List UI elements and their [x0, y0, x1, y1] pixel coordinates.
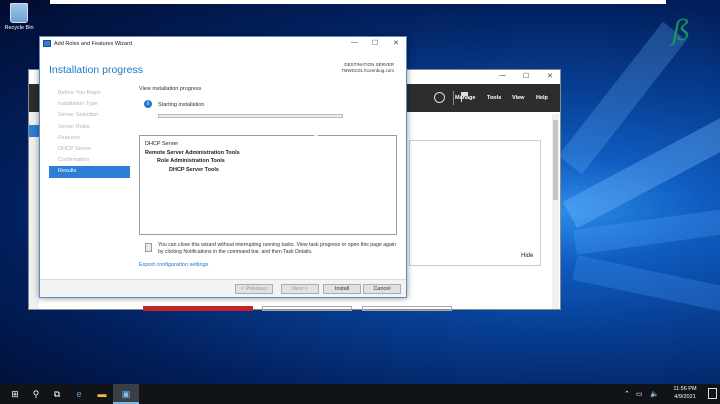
close-icon[interactable]: ✕ — [393, 39, 399, 47]
top-window-edge — [50, 0, 666, 4]
note-icon — [145, 243, 152, 252]
add-roles-wizard-window: Add Roles and Features Wizard — ☐ ✕ Inst… — [39, 36, 407, 298]
sidebar-selected-item[interactable] — [29, 125, 39, 137]
scrollbar-thumb[interactable] — [553, 120, 558, 200]
install-button[interactable]: Install — [323, 284, 361, 294]
result-item: DHCP Server Tools — [169, 166, 219, 173]
red-tile — [143, 306, 253, 311]
wizard-footer: < Previous Next > Install Cancel — [40, 279, 406, 297]
wizard-steps-nav: Before You Begin Installation Type Serve… — [49, 88, 130, 178]
page-title: Installation progress — [49, 64, 143, 76]
server-manager-app-icon — [43, 40, 51, 47]
recycle-bin-label: Recycle Bin — [4, 25, 34, 31]
tray-chevron-icon[interactable]: ⌃ — [624, 390, 630, 398]
status-text: Starting installation — [158, 102, 205, 108]
network-icon[interactable]: ▭ — [636, 390, 643, 398]
note-text: You can close this wizard without interr… — [158, 242, 396, 256]
file-explorer-icon[interactable]: ▬ — [96, 388, 108, 400]
server-manager-icon: ▣ — [121, 389, 131, 399]
tile-box — [262, 306, 352, 311]
cancel-button[interactable]: Cancel — [363, 284, 401, 294]
result-item: Role Administration Tools — [157, 158, 225, 165]
tile-box — [362, 306, 452, 311]
result-item: DHCP Server — [145, 141, 179, 147]
wizard-content: View installation progress i Starting in… — [139, 86, 401, 268]
clock-date: 4/9/2021 — [674, 393, 696, 400]
recycle-bin-shortcut[interactable]: Recycle Bin — [2, 3, 36, 31]
step-dhcp-server: DHCP Server — [58, 145, 92, 152]
close-icon[interactable]: ✕ — [547, 72, 553, 80]
step-confirmation: Confirmation — [58, 157, 90, 164]
search-icon[interactable]: ⚲ — [30, 388, 42, 400]
menu-view[interactable]: View — [512, 95, 524, 101]
destination-server-info: DESTINATION SERVER TBWDC01.frozenbug.com — [341, 62, 394, 74]
server-manager-sidebar — [29, 112, 39, 309]
view-progress-label: View installation progress — [139, 86, 202, 92]
minimize-icon[interactable]: — — [351, 39, 358, 46]
step-results[interactable]: Results — [49, 166, 130, 178]
server-manager-taskbar-button[interactable]: ▣ — [113, 384, 139, 404]
action-center-icon[interactable] — [708, 388, 717, 399]
hide-link[interactable]: Hide — [521, 253, 533, 259]
clock-time: 11:56 PM — [673, 386, 697, 392]
minimize-icon[interactable]: — — [499, 72, 506, 79]
export-configuration-link[interactable]: Export configuration settings — [139, 262, 208, 268]
taskbar-clock[interactable]: 11:56 PM 4/9/2021 — [665, 386, 705, 401]
step-features: Features — [58, 134, 80, 141]
menu-manage[interactable]: Manage — [455, 95, 475, 101]
destination-server-name: TBWDC01.frozenbug.com — [341, 68, 394, 73]
menu-tools[interactable]: Tools — [487, 95, 501, 101]
watermark-logo: ß — [672, 14, 691, 47]
installation-progress-bar — [158, 114, 343, 118]
menu-help[interactable]: Help — [536, 95, 548, 101]
info-icon: i — [144, 100, 152, 108]
welcome-panel — [409, 140, 541, 266]
task-view-icon[interactable]: ⧉ — [51, 388, 63, 400]
step-server-roles: Server Roles — [58, 123, 90, 130]
wizard-window-title: Add Roles and Features Wizard — [54, 41, 132, 47]
recycle-bin-icon — [10, 3, 28, 23]
taskbar: ⊞ ⚲ ⧉ e ▬ ▣ ⌃ ▭ 🔈 11:56 PM 4/9/2021 — [0, 384, 720, 404]
volume-icon[interactable]: 🔈 — [650, 390, 659, 398]
result-item: Remote Server Administration Tools — [145, 149, 240, 156]
results-list: DHCP Server Remote Server Administration … — [139, 135, 397, 235]
menubar-separator — [453, 91, 454, 105]
step-server-selection: Server Selection — [58, 112, 99, 119]
next-button[interactable]: Next > — [281, 284, 319, 294]
refresh-icon[interactable] — [434, 92, 445, 103]
wizard-titlebar: Add Roles and Features Wizard — ☐ ✕ — [40, 37, 406, 51]
wallpaper-beam — [572, 255, 720, 316]
previous-button[interactable]: < Previous — [235, 284, 273, 294]
start-windows-icon[interactable]: ⊞ — [9, 388, 21, 400]
internet-explorer-icon[interactable]: e — [73, 388, 85, 400]
step-installation-type: Installation Type — [58, 101, 98, 108]
maximize-icon[interactable]: ☐ — [372, 39, 378, 47]
maximize-icon[interactable]: ☐ — [523, 72, 529, 80]
step-before-you-begin: Before You Begin — [58, 90, 101, 96]
